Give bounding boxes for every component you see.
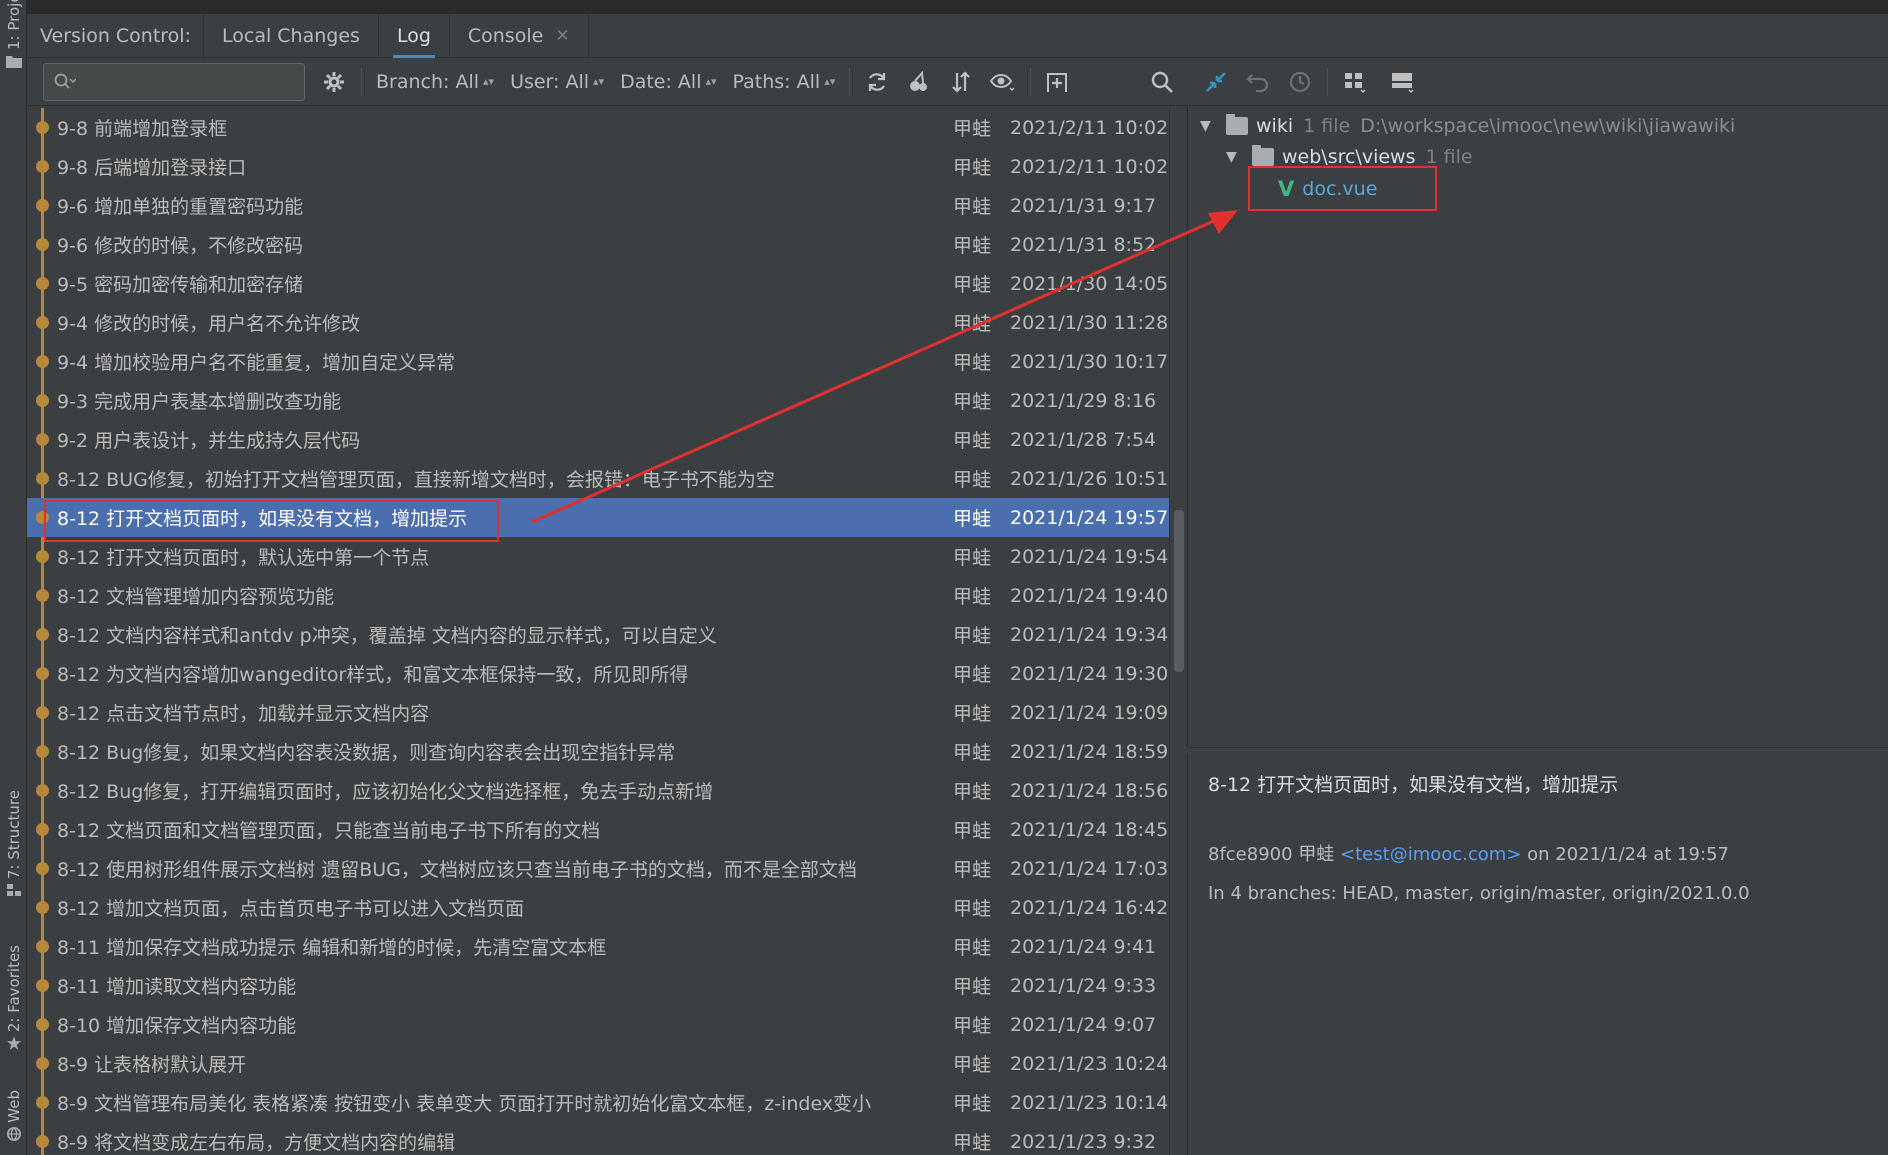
annotation-arrow [531, 210, 1238, 524]
